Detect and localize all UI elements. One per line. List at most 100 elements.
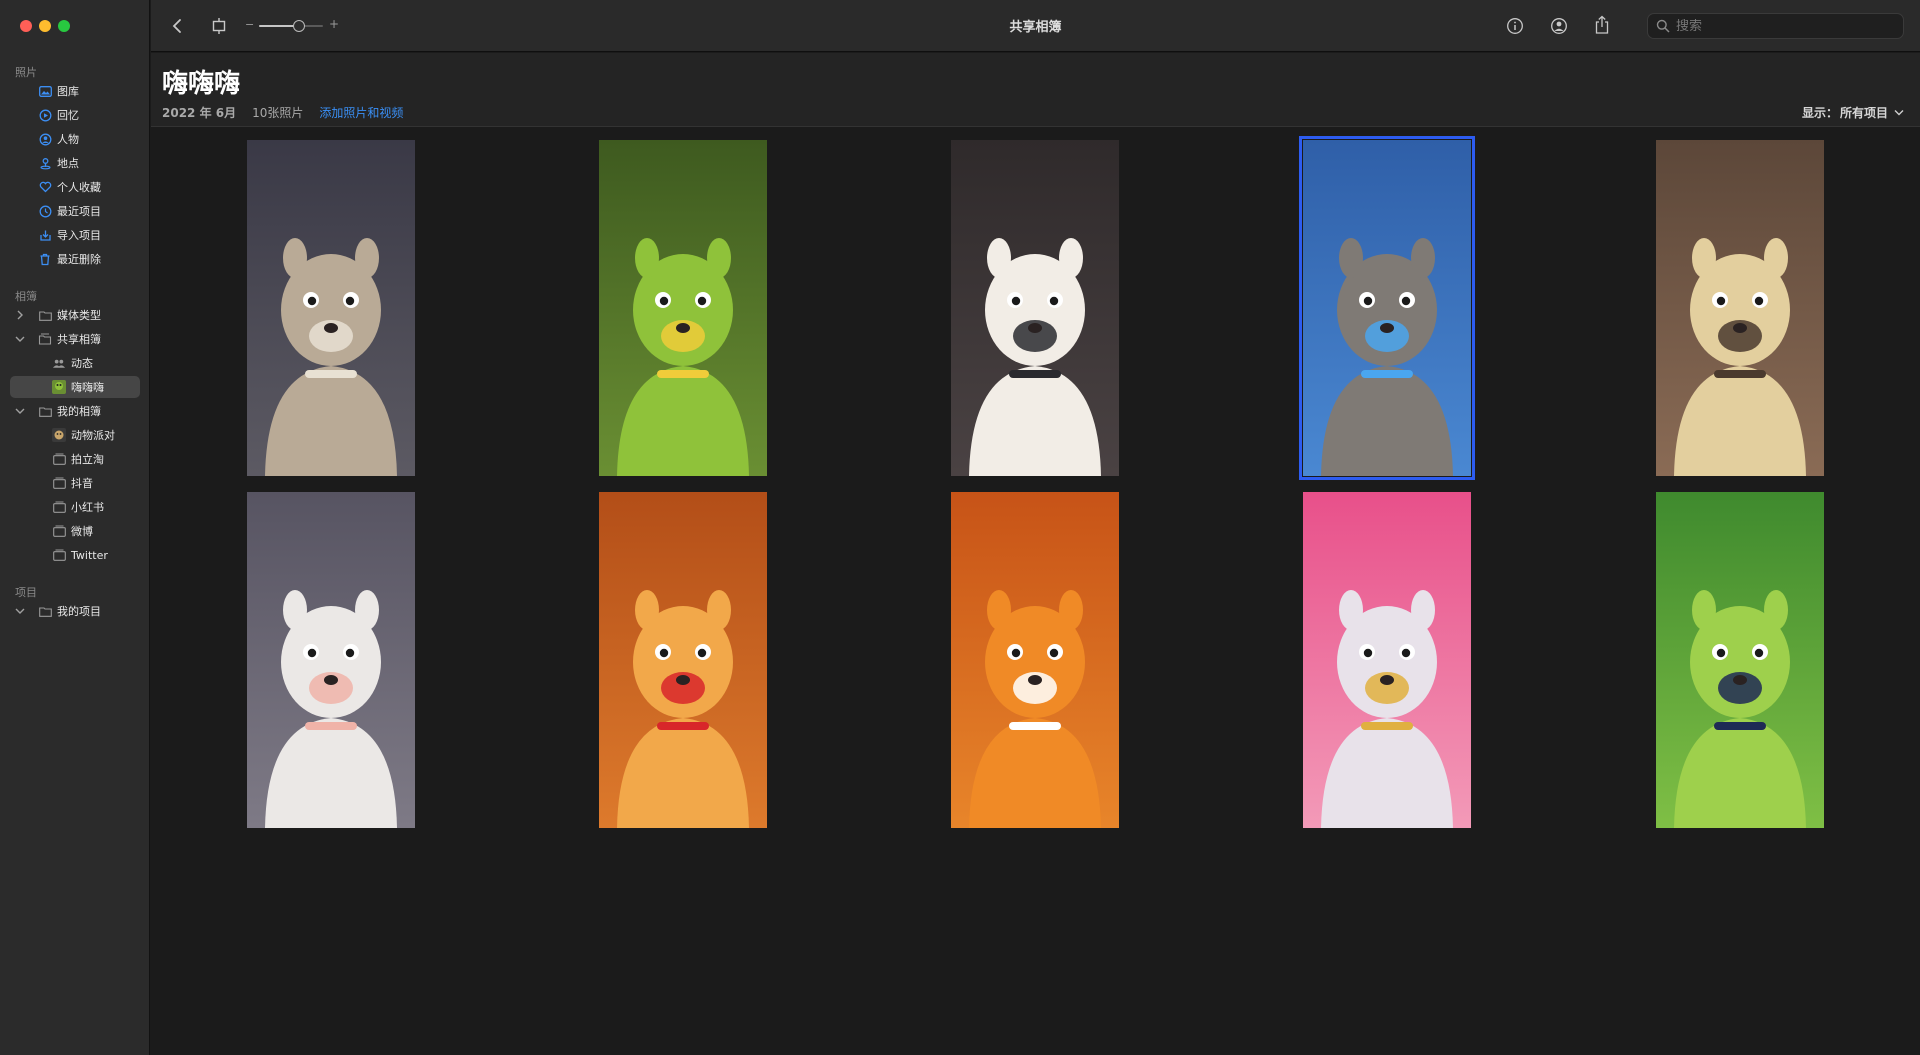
sidebar-item-imports[interactable]: 导入项目 xyxy=(10,224,140,246)
disclosure-chevron-down-icon[interactable] xyxy=(14,333,26,345)
filter-label: 显示： xyxy=(1801,106,1838,120)
sidebar-item-label: 人物 xyxy=(57,133,79,146)
sidebar-item-my-albums[interactable]: 我的相簿 xyxy=(10,400,140,422)
aspect-ratio-toggle-button[interactable] xyxy=(207,14,231,38)
photo-thumbnail-dinosaur[interactable] xyxy=(599,140,767,476)
sidebar-item-album-xiaohongshu[interactable]: 小红书 xyxy=(10,496,140,518)
photo-thumbnail-otter[interactable] xyxy=(1656,140,1824,476)
sidebar-item-label: 回忆 xyxy=(57,109,79,122)
corgi-illustration xyxy=(951,492,1119,828)
page-title: 嗨嗨嗨 xyxy=(162,69,241,99)
share-icon xyxy=(1595,15,1609,34)
album-meta: 2022 年 6月 10张照片 添加照片和视频 xyxy=(162,104,403,121)
album-thumb-icon xyxy=(52,380,66,394)
sidebar-item-label: 最近删除 xyxy=(57,253,101,266)
close-window-button[interactable] xyxy=(20,20,32,32)
photo-thumbnail-husky[interactable] xyxy=(1299,136,1475,480)
photo-thumbnail-cat-pirate[interactable] xyxy=(951,140,1119,476)
share-button[interactable] xyxy=(1590,13,1614,37)
folder-icon xyxy=(38,404,52,418)
activity-icon xyxy=(52,356,66,370)
album-date: 2022 年 6月 xyxy=(162,106,237,120)
sidebar-section-title-albums: 相簿 xyxy=(15,290,37,303)
search-field[interactable] xyxy=(1647,13,1904,39)
sidebar-item-label: 共享相簿 xyxy=(57,333,101,346)
album-icon xyxy=(52,548,66,562)
photo-thumbnail-orange-cat[interactable] xyxy=(599,492,767,828)
sidebar-item-label: 我的项目 xyxy=(57,605,101,618)
sidebar-item-library[interactable]: 图库 xyxy=(10,80,140,102)
minimize-window-button[interactable] xyxy=(39,20,51,32)
rhino-illustration xyxy=(247,140,415,476)
photo-library-icon xyxy=(38,84,52,98)
sidebar-item-recents[interactable]: 最近项目 xyxy=(10,200,140,222)
orange-cat-illustration xyxy=(599,492,767,828)
sidebar-item-label: 小红书 xyxy=(71,501,104,514)
zoom-in-icon: + xyxy=(329,17,340,31)
sidebar-item-shared-albums[interactable]: 共享相簿 xyxy=(10,328,140,350)
places-icon xyxy=(38,156,52,170)
toolbar: − + 共享相簿 xyxy=(151,0,1920,52)
zoom-slider-knob[interactable] xyxy=(293,20,305,32)
sidebar-item-album-weibo[interactable]: 微博 xyxy=(10,520,140,542)
square-crop-icon xyxy=(212,18,226,34)
zoom-slider[interactable]: − + xyxy=(245,17,345,35)
filter-value: 所有项目 xyxy=(1839,106,1888,120)
back-button[interactable] xyxy=(165,14,189,38)
sidebar-item-label: 抖音 xyxy=(71,477,93,490)
people-share-button[interactable] xyxy=(1547,14,1571,38)
shared-folder-icon xyxy=(38,332,52,346)
photos-app-window: 照片 图库 回忆 人物 地点 个人收藏 最近项目 导入项目 最近删除 相簿 媒体… xyxy=(0,0,1920,1055)
sidebar-item-label: 动态 xyxy=(71,357,93,370)
sidebar-item-label: 动物派对 xyxy=(71,429,115,442)
photo-thumbnail-rhino[interactable] xyxy=(247,140,415,476)
photo-thumbnail-rabbit[interactable] xyxy=(247,492,415,828)
sidebar-item-album-pailitao[interactable]: 拍立淘 xyxy=(10,448,140,470)
disclosure-chevron-down-icon[interactable] xyxy=(14,605,26,617)
sidebar-item-memories[interactable]: 回忆 xyxy=(10,104,140,126)
info-button[interactable] xyxy=(1503,14,1527,38)
sidebar-item-media-types[interactable]: 媒体类型 xyxy=(10,304,140,326)
sidebar: 照片 图库 回忆 人物 地点 个人收藏 最近项目 导入项目 最近删除 相簿 媒体… xyxy=(0,0,150,1055)
add-photos-link[interactable]: 添加照片和视频 xyxy=(319,104,403,121)
heart-icon xyxy=(38,180,52,194)
sidebar-item-label: Twitter xyxy=(71,548,108,562)
sidebar-item-favorites[interactable]: 个人收藏 xyxy=(10,176,140,198)
album-icon xyxy=(52,476,66,490)
sidebar-item-label: 微博 xyxy=(71,525,93,538)
sidebar-item-activity[interactable]: 动态 xyxy=(10,352,140,374)
sidebar-item-label: 图库 xyxy=(57,85,79,98)
sidebar-item-people[interactable]: 人物 xyxy=(10,128,140,150)
disclosure-chevron-right-icon[interactable] xyxy=(14,309,26,321)
album-icon xyxy=(52,452,66,466)
husky-illustration xyxy=(1303,140,1471,476)
memories-icon xyxy=(38,108,52,122)
sidebar-item-album-twitter[interactable]: Twitter xyxy=(10,544,140,566)
sidebar-item-album-animal-party[interactable]: 动物派对 xyxy=(10,424,140,446)
rabbit-illustration xyxy=(247,492,415,828)
sidebar-item-album-douyin[interactable]: 抖音 xyxy=(10,472,140,494)
search-input[interactable] xyxy=(1676,18,1903,34)
folder-icon xyxy=(38,604,52,618)
chevron-left-icon xyxy=(172,19,181,33)
zoom-window-button[interactable] xyxy=(58,20,70,32)
photo-thumbnail-corgi[interactable] xyxy=(951,492,1119,828)
sidebar-section-title-projects: 项目 xyxy=(15,586,37,599)
clock-icon xyxy=(38,204,52,218)
disclosure-chevron-down-icon[interactable] xyxy=(14,405,26,417)
sidebar-item-places[interactable]: 地点 xyxy=(10,152,140,174)
sidebar-item-label: 最近项目 xyxy=(57,205,101,218)
chevron-down-icon xyxy=(1894,110,1904,116)
sidebar-item-album-haihaihai[interactable]: 嗨嗨嗨 xyxy=(10,376,140,398)
sidebar-item-label: 个人收藏 xyxy=(57,181,101,194)
sidebar-item-recently-deleted[interactable]: 最近删除 xyxy=(10,248,140,270)
photo-thumbnail-crocodile[interactable] xyxy=(1656,492,1824,828)
photo-thumbnail-unicorn-hippo[interactable] xyxy=(1303,492,1471,828)
unicorn-hippo-illustration xyxy=(1303,492,1471,828)
photo-grid xyxy=(151,128,1920,1055)
sidebar-item-my-projects[interactable]: 我的项目 xyxy=(10,600,140,622)
sidebar-section-title-photos: 照片 xyxy=(15,66,37,79)
cat-pirate-illustration xyxy=(951,140,1119,476)
show-filter-dropdown[interactable]: 显示： 所有项目 xyxy=(1802,104,1904,121)
dinosaur-illustration xyxy=(599,140,767,476)
